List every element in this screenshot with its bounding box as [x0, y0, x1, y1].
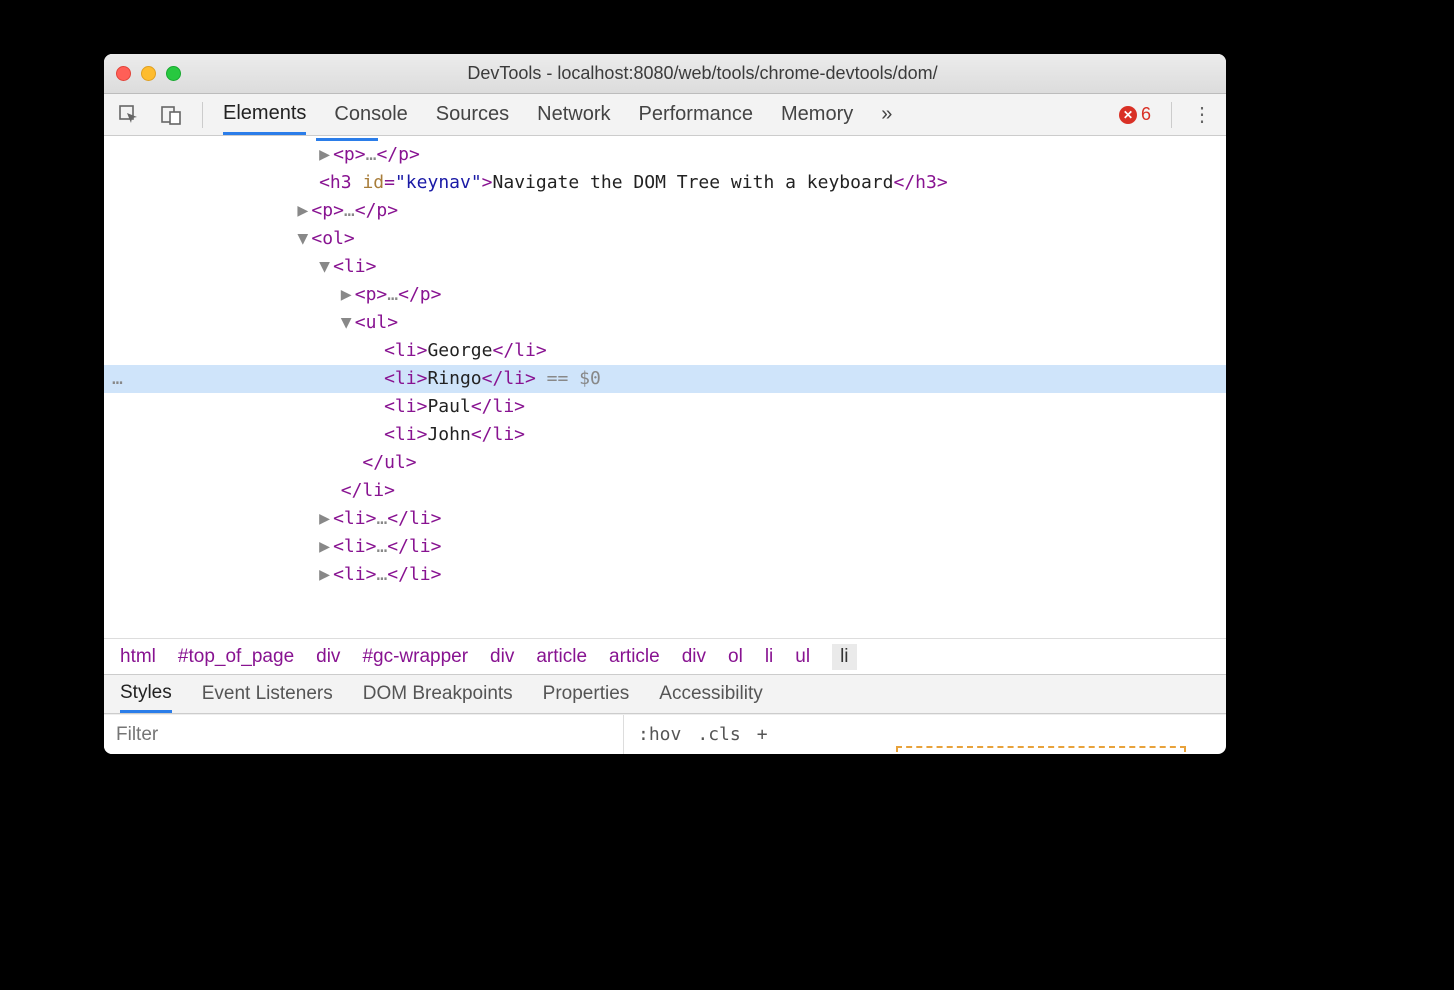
- styles-filter-input[interactable]: [104, 715, 624, 754]
- dom-row-selected[interactable]: <li>Ringo</li> == $0: [104, 365, 1226, 393]
- dom-row[interactable]: ▶<li>…</li>: [104, 561, 1226, 589]
- dom-tree[interactable]: ▶<p>…</p> <h3 id="keynav">Navigate the D…: [104, 136, 1226, 638]
- dom-row[interactable]: ▼<li>: [104, 253, 1226, 281]
- crumb[interactable]: article: [609, 646, 660, 668]
- crumb[interactable]: div: [316, 646, 340, 668]
- dom-row[interactable]: ▼<ol>: [104, 225, 1226, 253]
- minimize-icon[interactable]: [141, 66, 156, 81]
- device-toggle-icon[interactable]: [160, 104, 182, 126]
- breadcrumb: html #top_of_page div #gc-wrapper div ar…: [104, 638, 1226, 674]
- inspect-icon[interactable]: [118, 104, 140, 126]
- crumb-selected[interactable]: li: [832, 644, 856, 670]
- error-count-value: 6: [1141, 104, 1151, 125]
- crumb[interactable]: li: [765, 646, 773, 668]
- tab-elements[interactable]: Elements: [223, 94, 306, 135]
- crumb[interactable]: div: [682, 646, 706, 668]
- titlebar: DevTools - localhost:8080/web/tools/chro…: [104, 54, 1226, 94]
- window-title: DevTools - localhost:8080/web/tools/chro…: [191, 63, 1214, 84]
- box-model-preview: [896, 746, 1186, 752]
- crumb[interactable]: ul: [795, 646, 810, 668]
- kebab-menu-icon[interactable]: ⋮: [1192, 102, 1212, 127]
- error-count[interactable]: ✕ 6: [1119, 104, 1151, 125]
- divider: [1171, 102, 1172, 128]
- dom-row-li[interactable]: <li>John</li>: [104, 421, 1226, 449]
- dom-row[interactable]: ▼<ul>: [104, 309, 1226, 337]
- divider: [202, 102, 203, 128]
- crumb[interactable]: ol: [728, 646, 743, 668]
- crumb[interactable]: div: [490, 646, 514, 668]
- styles-tabs: Styles Event Listeners DOM Breakpoints P…: [104, 674, 1226, 714]
- tab-overflow[interactable]: »: [881, 94, 892, 135]
- dom-row[interactable]: </ul>: [104, 449, 1226, 477]
- crumb[interactable]: #top_of_page: [178, 646, 294, 668]
- dom-row[interactable]: </li>: [104, 477, 1226, 505]
- dom-row[interactable]: ▶<p>…</p>: [104, 281, 1226, 309]
- dom-row-li[interactable]: <li>George</li>: [104, 337, 1226, 365]
- hov-toggle[interactable]: :hov: [638, 724, 681, 745]
- tab-network[interactable]: Network: [537, 94, 610, 135]
- error-icon: ✕: [1119, 106, 1137, 124]
- dom-row[interactable]: ▶<li>…</li>: [104, 505, 1226, 533]
- new-style-rule-icon[interactable]: +: [757, 724, 768, 745]
- tab-performance[interactable]: Performance: [639, 94, 754, 135]
- tab-console[interactable]: Console: [334, 94, 407, 135]
- stab-dom-breakpoints[interactable]: DOM Breakpoints: [363, 675, 513, 713]
- panel-tabs: Elements Console Sources Network Perform…: [223, 94, 892, 135]
- stab-properties[interactable]: Properties: [543, 675, 630, 713]
- stab-event-listeners[interactable]: Event Listeners: [202, 675, 333, 713]
- dom-row[interactable]: ▶<p>…</p>: [104, 141, 1226, 169]
- crumb[interactable]: article: [536, 646, 587, 668]
- maximize-icon[interactable]: [166, 66, 181, 81]
- devtools-window: DevTools - localhost:8080/web/tools/chro…: [104, 54, 1226, 754]
- traffic-lights: [116, 66, 181, 81]
- stab-accessibility[interactable]: Accessibility: [659, 675, 762, 713]
- crumb[interactable]: html: [120, 646, 156, 668]
- tab-memory[interactable]: Memory: [781, 94, 853, 135]
- dom-row-li[interactable]: <li>Paul</li>: [104, 393, 1226, 421]
- tab-sources[interactable]: Sources: [436, 94, 509, 135]
- stab-styles[interactable]: Styles: [120, 675, 172, 713]
- cls-toggle[interactable]: .cls: [697, 724, 740, 745]
- dom-row[interactable]: <h3 id="keynav">Navigate the DOM Tree wi…: [104, 169, 1226, 197]
- dom-row[interactable]: ▶<li>…</li>: [104, 533, 1226, 561]
- main-toolbar: Elements Console Sources Network Perform…: [104, 94, 1226, 136]
- dom-row[interactable]: ▶<p>…</p>: [104, 197, 1226, 225]
- crumb[interactable]: #gc-wrapper: [362, 646, 468, 668]
- styles-filter-row: :hov .cls +: [104, 714, 1226, 754]
- close-icon[interactable]: [116, 66, 131, 81]
